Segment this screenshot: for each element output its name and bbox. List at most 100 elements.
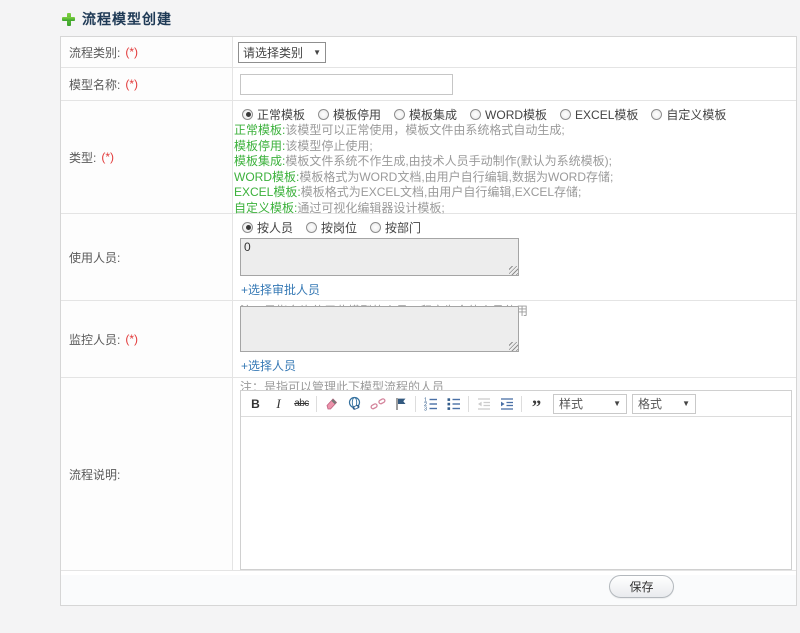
type-desc-normal: 正常模板:该模型可以正常使用，模板文件由系统格式自动生成; bbox=[234, 123, 796, 139]
row-monitors: 监控人员: (*) +选择人员 注：是指可以管理此下模型流程的人员 bbox=[61, 301, 796, 394]
link-button[interactable] bbox=[343, 393, 366, 415]
row-type: 类型: (*) 正常模板 模板停用 模板集成 WORD模板 EXCEL模板 自定… bbox=[61, 101, 796, 215]
toolbar-separator bbox=[316, 395, 317, 412]
row-category: 流程类别: (*) 请选择类别 ▼ bbox=[61, 37, 796, 68]
type-desc-word: WORD模板:模板格式为WORD文档,由用户自行编辑,数据为WORD存储; bbox=[234, 170, 796, 186]
description-label-cell: 流程说明: bbox=[61, 378, 233, 570]
monitors-label: 监控人员: bbox=[69, 332, 121, 347]
plus-icon bbox=[62, 12, 75, 26]
type-desc-term: 自定义模板: bbox=[234, 200, 298, 215]
toolbar-separator bbox=[415, 395, 416, 412]
type-radio-integrated-label: 模板集成 bbox=[409, 107, 458, 122]
format-dropdown[interactable]: 格式 ▼ bbox=[632, 393, 696, 414]
form-footer: 保存 bbox=[61, 575, 796, 605]
strikethrough-icon: abc bbox=[294, 398, 309, 409]
monitors-label-cell: 监控人员: (*) bbox=[61, 301, 233, 377]
eraser-icon bbox=[326, 398, 338, 410]
users-radio-by-person-label: 按人员 bbox=[257, 220, 294, 235]
users-radio-by-dept-label: 按部门 bbox=[385, 220, 422, 235]
type-radio-excel[interactable]: EXCEL模板 bbox=[560, 106, 638, 123]
strikethrough-button[interactable]: abc bbox=[290, 393, 313, 415]
type-radio-disabled[interactable]: 模板停用 bbox=[318, 106, 381, 123]
type-radio-integrated[interactable]: 模板集成 bbox=[394, 106, 457, 123]
radio-icon bbox=[470, 108, 482, 120]
users-radio-by-person[interactable]: 按人员 bbox=[242, 219, 293, 236]
radio-icon bbox=[394, 108, 406, 120]
chevron-down-icon: ▼ bbox=[613, 399, 621, 408]
radio-icon bbox=[370, 221, 382, 233]
toolbar-separator bbox=[521, 395, 522, 412]
description-label: 流程说明: bbox=[69, 467, 121, 482]
blockquote-icon: ” bbox=[531, 397, 542, 418]
unlink-icon bbox=[370, 397, 385, 409]
indent-icon bbox=[500, 397, 513, 410]
flag-icon bbox=[395, 397, 405, 410]
model-name-label: 模型名称: bbox=[69, 77, 121, 92]
type-desc-text: 模板格式为EXCEL文档,由用户自行编辑,EXCEL存储; bbox=[300, 185, 582, 200]
model-name-required-mark: (*) bbox=[125, 77, 139, 91]
monitors-required-mark: (*) bbox=[125, 332, 139, 346]
category-label: 流程类别: bbox=[69, 45, 121, 60]
indent-button[interactable] bbox=[495, 393, 518, 415]
monitors-textarea[interactable] bbox=[240, 306, 519, 352]
category-select[interactable]: 请选择类别 ▼ bbox=[238, 42, 326, 63]
editor-toolbar: B I abc 1 2 3 ” 样式 ▼ 格式 ▼ bbox=[241, 391, 791, 417]
users-label: 使用人员: bbox=[69, 250, 121, 265]
type-radio-normal[interactable]: 正常模板 bbox=[242, 106, 305, 123]
type-desc-term: 正常模板: bbox=[234, 123, 286, 137]
outdent-button[interactable] bbox=[472, 393, 495, 415]
ordered-list-button[interactable]: 123 bbox=[419, 393, 442, 415]
type-desc-disabled: 模板停用:该模型停止使用; bbox=[234, 139, 796, 155]
type-desc-text: 通过可视化编辑器设计模板; bbox=[297, 200, 445, 215]
styles-dropdown[interactable]: 样式 ▼ bbox=[553, 393, 627, 414]
type-radio-custom-label: 自定义模板 bbox=[666, 107, 727, 122]
model-name-input[interactable] bbox=[240, 74, 453, 95]
type-desc-term: EXCEL模板: bbox=[234, 185, 301, 200]
ordered-list-icon: 123 bbox=[424, 397, 437, 412]
users-radio-by-post-label: 按岗位 bbox=[321, 220, 358, 235]
type-radio-disabled-label: 模板停用 bbox=[333, 107, 382, 122]
type-desc-text: 模板格式为WORD文档,由用户自行编辑,数据为WORD存储; bbox=[299, 169, 614, 184]
model-name-label-cell: 模型名称: (*) bbox=[61, 68, 233, 100]
row-model-name: 模型名称: (*) bbox=[61, 68, 796, 101]
chevron-down-icon: ▼ bbox=[682, 399, 690, 408]
type-desc-text: 该模型可以正常使用，模板文件由系统格式自动生成; bbox=[285, 123, 565, 137]
remove-format-button[interactable] bbox=[320, 393, 343, 415]
radio-icon bbox=[560, 108, 572, 120]
form-panel: 流程类别: (*) 请选择类别 ▼ 模型名称: (*) 类型: (*) 正常模板… bbox=[60, 36, 797, 606]
type-label: 类型: bbox=[69, 150, 97, 165]
radio-icon bbox=[306, 221, 318, 233]
styles-dropdown-label: 样式 bbox=[559, 397, 584, 411]
type-desc-term: WORD模板: bbox=[234, 169, 300, 184]
type-radio-custom[interactable]: 自定义模板 bbox=[651, 106, 726, 123]
svg-text:3: 3 bbox=[424, 406, 427, 411]
save-button[interactable]: 保存 bbox=[609, 575, 674, 598]
anchor-button[interactable] bbox=[389, 393, 412, 415]
users-textarea[interactable]: 0 bbox=[240, 238, 519, 276]
italic-icon: I bbox=[276, 395, 281, 411]
select-approver-link[interactable]: +选择审批人员 bbox=[241, 281, 320, 298]
users-radio-by-post[interactable]: 按岗位 bbox=[306, 219, 357, 236]
editor-content-area[interactable] bbox=[241, 417, 791, 569]
type-radio-word[interactable]: WORD模板 bbox=[470, 106, 547, 123]
outdent-icon bbox=[477, 397, 490, 410]
blockquote-button[interactable]: ” bbox=[525, 393, 548, 418]
category-required-mark: (*) bbox=[125, 45, 139, 59]
toolbar-separator bbox=[468, 395, 469, 412]
radio-checked-icon bbox=[242, 221, 253, 233]
type-label-cell: 类型: (*) bbox=[61, 101, 233, 213]
rich-text-editor: B I abc 1 2 3 ” 样式 ▼ 格式 ▼ bbox=[240, 390, 792, 570]
link-icon bbox=[348, 396, 360, 410]
radio-icon bbox=[318, 108, 330, 120]
chevron-down-icon: ▼ bbox=[313, 48, 321, 57]
unlink-button[interactable] bbox=[366, 393, 389, 415]
type-radio-word-label: WORD模板 bbox=[485, 107, 548, 122]
unordered-list-button[interactable] bbox=[442, 393, 465, 415]
bold-button[interactable]: B bbox=[244, 393, 267, 415]
type-required-mark: (*) bbox=[101, 150, 115, 164]
page-title: 流程模型创建 bbox=[62, 9, 172, 29]
select-monitor-link[interactable]: +选择人员 bbox=[241, 357, 296, 374]
type-desc-integrated: 模板集成:模板文件系统不作生成,由技术人员手动制作(默认为系统模板); bbox=[234, 154, 796, 170]
italic-button[interactable]: I bbox=[267, 393, 290, 415]
users-radio-by-dept[interactable]: 按部门 bbox=[370, 219, 421, 236]
